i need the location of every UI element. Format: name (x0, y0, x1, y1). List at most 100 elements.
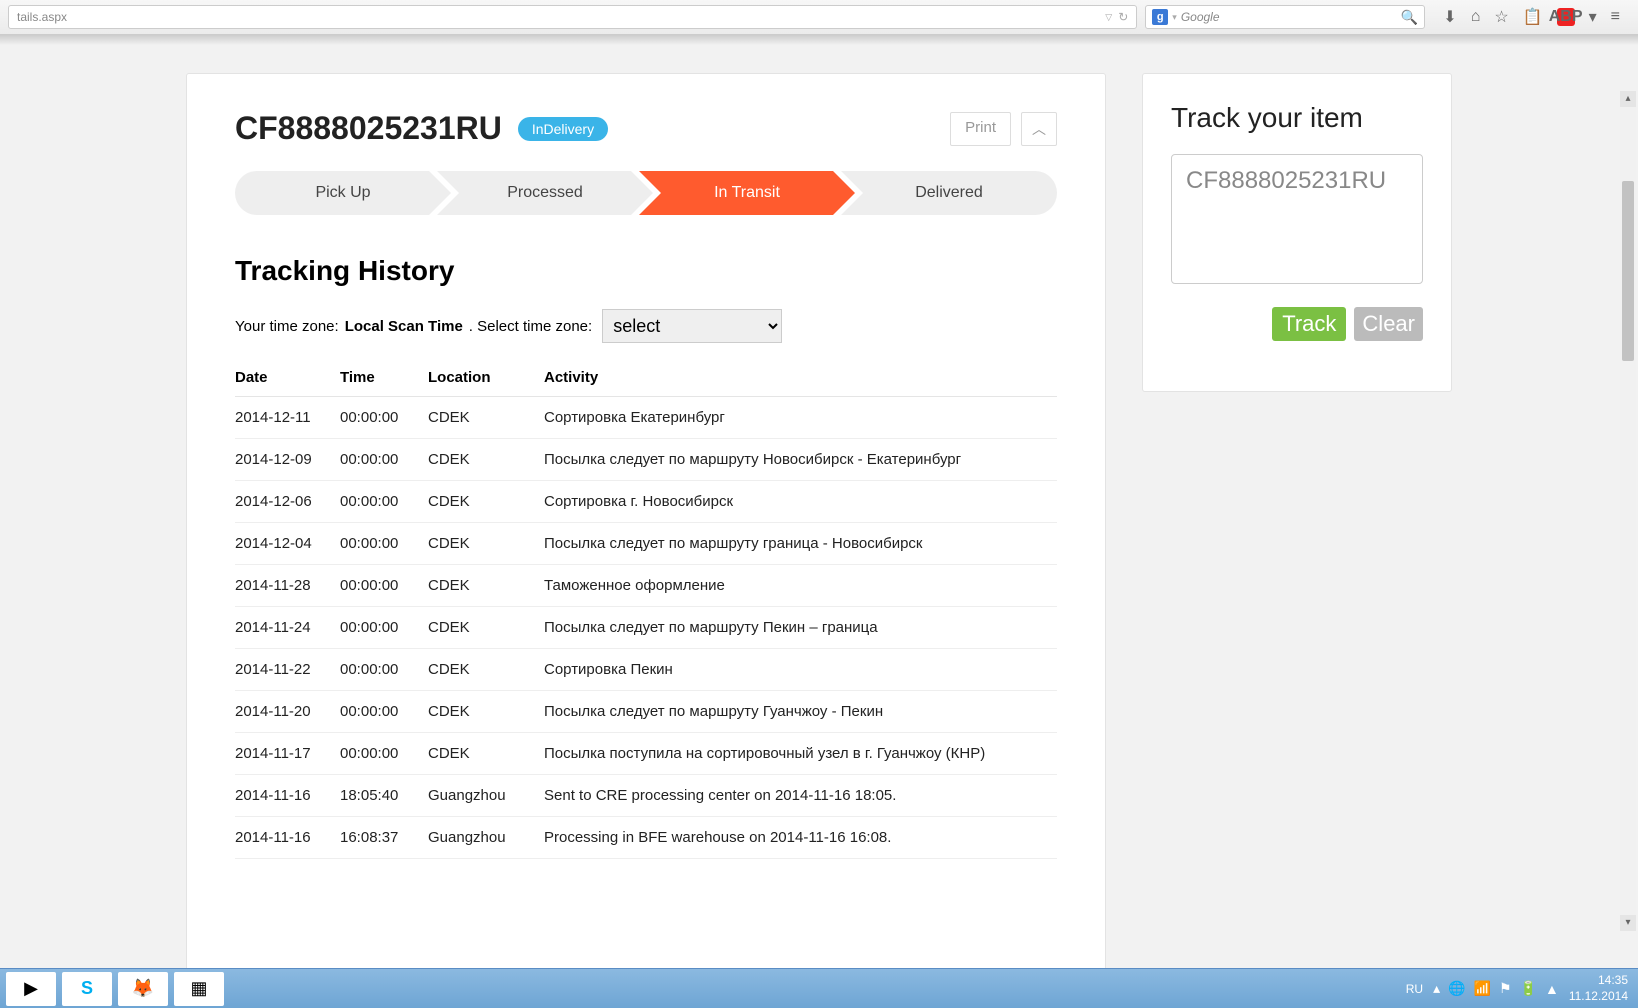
progress-step: Pick Up (235, 171, 451, 215)
cell-time: 00:00:00 (340, 649, 428, 691)
taskbar-clock[interactable]: 14:35 11.12.2014 (1569, 973, 1628, 1004)
th-time: Time (340, 359, 428, 397)
cell-activity: Sent to CRE processing center on 2014-11… (544, 775, 1057, 817)
adblock-dropdown-icon[interactable]: ▾ (1589, 7, 1597, 27)
cell-date: 2014-12-09 (235, 439, 340, 481)
search-placeholder: Google (1177, 10, 1401, 24)
skype-icon: S (81, 978, 93, 999)
cell-time: 00:00:00 (340, 691, 428, 733)
progress-step: Delivered (841, 171, 1057, 215)
taskbar-item-media[interactable]: ▶ (6, 972, 56, 1006)
taskbar-item-firefox[interactable]: 🦊 (118, 972, 168, 1006)
table-row: 2014-11-1700:00:00CDEKПосылка поступила … (235, 733, 1057, 775)
tray-signal-icon[interactable]: 📶 (1474, 980, 1491, 997)
clipboard-icon[interactable]: 📋 (1523, 7, 1543, 27)
scroll-up-icon[interactable]: ▴ (1620, 91, 1636, 107)
bookmark-star-icon[interactable]: ☆ (1494, 7, 1508, 27)
url-text: tails.aspx (17, 10, 1105, 24)
reload-icon[interactable]: ↻ (1118, 10, 1128, 24)
status-badge: InDelivery (518, 117, 608, 141)
cell-location: CDEK (428, 691, 544, 733)
progress-steps: Pick UpProcessedIn TransitDelivered (235, 171, 1057, 215)
tray-drive-icon[interactable]: ▲ (1545, 981, 1559, 997)
cell-time: 00:00:00 (340, 523, 428, 565)
cell-activity: Таможенное оформление (544, 565, 1057, 607)
cell-time: 16:08:37 (340, 817, 428, 859)
cell-location: CDEK (428, 523, 544, 565)
clear-button[interactable]: Clear (1354, 307, 1423, 341)
cell-location: CDEK (428, 481, 544, 523)
table-row: 2014-11-2800:00:00CDEKТаможенное оформле… (235, 565, 1057, 607)
cell-time: 00:00:00 (340, 565, 428, 607)
google-search-provider-icon[interactable]: g (1152, 9, 1168, 25)
clock-time: 14:35 (1569, 973, 1628, 989)
search-bar[interactable]: g ▾ Google 🔍 (1145, 5, 1425, 29)
cell-time: 00:00:00 (340, 607, 428, 649)
taskbar-language[interactable]: RU (1406, 982, 1423, 996)
cell-date: 2014-12-06 (235, 481, 340, 523)
cell-location: CDEK (428, 565, 544, 607)
media-player-icon: ▶ (24, 978, 38, 999)
track-widget: Track your item Track Clear (1142, 73, 1452, 392)
scroll-down-icon[interactable]: ▾ (1620, 915, 1636, 931)
url-bar[interactable]: tails.aspx ▽ ↻ (8, 5, 1137, 29)
cell-time: 00:00:00 (340, 481, 428, 523)
cell-activity: Посылка следует по маршруту Пекин – гран… (544, 607, 1057, 649)
toolbar-icons: ⬇ ⌂ ☆ 📋 ABP ▾ ≡ (1433, 7, 1630, 27)
timezone-select[interactable]: select (602, 309, 782, 343)
menu-icon[interactable]: ≡ (1611, 8, 1620, 26)
tz-select-label: . Select time zone: (469, 318, 592, 335)
adblock-icon[interactable]: ABP (1557, 8, 1575, 26)
tray-battery-icon[interactable]: 🔋 (1520, 980, 1537, 997)
tray-network-icon[interactable]: 🌐 (1448, 980, 1465, 997)
tracking-number: CF8888025231RU (235, 110, 502, 147)
cell-time: 00:00:00 (340, 397, 428, 439)
scrollbar-thumb[interactable] (1622, 181, 1634, 361)
history-dropdown-icon[interactable]: ▽ (1105, 12, 1112, 23)
table-row: 2014-12-1100:00:00CDEKСортировка Екатери… (235, 397, 1057, 439)
cell-time: 00:00:00 (340, 439, 428, 481)
table-row: 2014-11-2400:00:00CDEKПосылка следует по… (235, 607, 1057, 649)
taskbar-item-grid[interactable]: ▦ (174, 972, 224, 1006)
chrome-shadow (0, 35, 1638, 45)
cell-location: CDEK (428, 649, 544, 691)
tray-flag-icon[interactable]: ⚑ (1499, 980, 1512, 997)
cell-date: 2014-11-28 (235, 565, 340, 607)
cell-time: 18:05:40 (340, 775, 428, 817)
th-date: Date (235, 359, 340, 397)
th-location: Location (428, 359, 544, 397)
cell-activity: Посылка следует по маршруту Новосибирск … (544, 439, 1057, 481)
table-row: 2014-11-2000:00:00CDEKПосылка следует по… (235, 691, 1057, 733)
search-icon[interactable]: 🔍 (1401, 9, 1418, 26)
cell-location: CDEK (428, 607, 544, 649)
tz-prefix: Your time zone: (235, 318, 339, 335)
cell-location: CDEK (428, 439, 544, 481)
collapse-button[interactable]: ︿ (1021, 112, 1057, 146)
track-button[interactable]: Track (1272, 307, 1346, 341)
table-row: 2014-11-1616:08:37GuangzhouProcessing in… (235, 817, 1057, 859)
print-button[interactable]: Print (950, 112, 1011, 146)
page-viewport: CF8888025231RU InDelivery Print ︿ Pick U… (0, 45, 1638, 975)
cell-date: 2014-12-11 (235, 397, 340, 439)
cell-location: Guangzhou (428, 775, 544, 817)
cell-date: 2014-11-16 (235, 775, 340, 817)
cell-activity: Посылка поступила на сортировочный узел … (544, 733, 1057, 775)
table-row: 2014-11-1618:05:40GuangzhouSent to CRE p… (235, 775, 1057, 817)
taskbar-item-skype[interactable]: S (62, 972, 112, 1006)
cell-time: 00:00:00 (340, 733, 428, 775)
table-row: 2014-12-0900:00:00CDEKПосылка следует по… (235, 439, 1057, 481)
home-icon[interactable]: ⌂ (1471, 8, 1481, 26)
cell-location: Guangzhou (428, 817, 544, 859)
tray-chevron-up-icon[interactable]: ▴ (1433, 980, 1440, 997)
cell-activity: Посылка следует по маршруту граница - Но… (544, 523, 1057, 565)
tz-value: Local Scan Time (345, 318, 463, 335)
cell-activity: Сортировка Пекин (544, 649, 1057, 691)
track-input[interactable] (1171, 154, 1423, 284)
vertical-scrollbar[interactable]: ▴ ▾ (1620, 91, 1636, 931)
cell-activity: Посылка следует по маршруту Гуанчжоу - П… (544, 691, 1057, 733)
table-row: 2014-12-0600:00:00CDEKСортировка г. Ново… (235, 481, 1057, 523)
downloads-icon[interactable]: ⬇ (1443, 7, 1456, 27)
th-activity: Activity (544, 359, 1057, 397)
table-row: 2014-11-2200:00:00CDEKСортировка Пекин (235, 649, 1057, 691)
grid-icon: ▦ (190, 978, 207, 999)
